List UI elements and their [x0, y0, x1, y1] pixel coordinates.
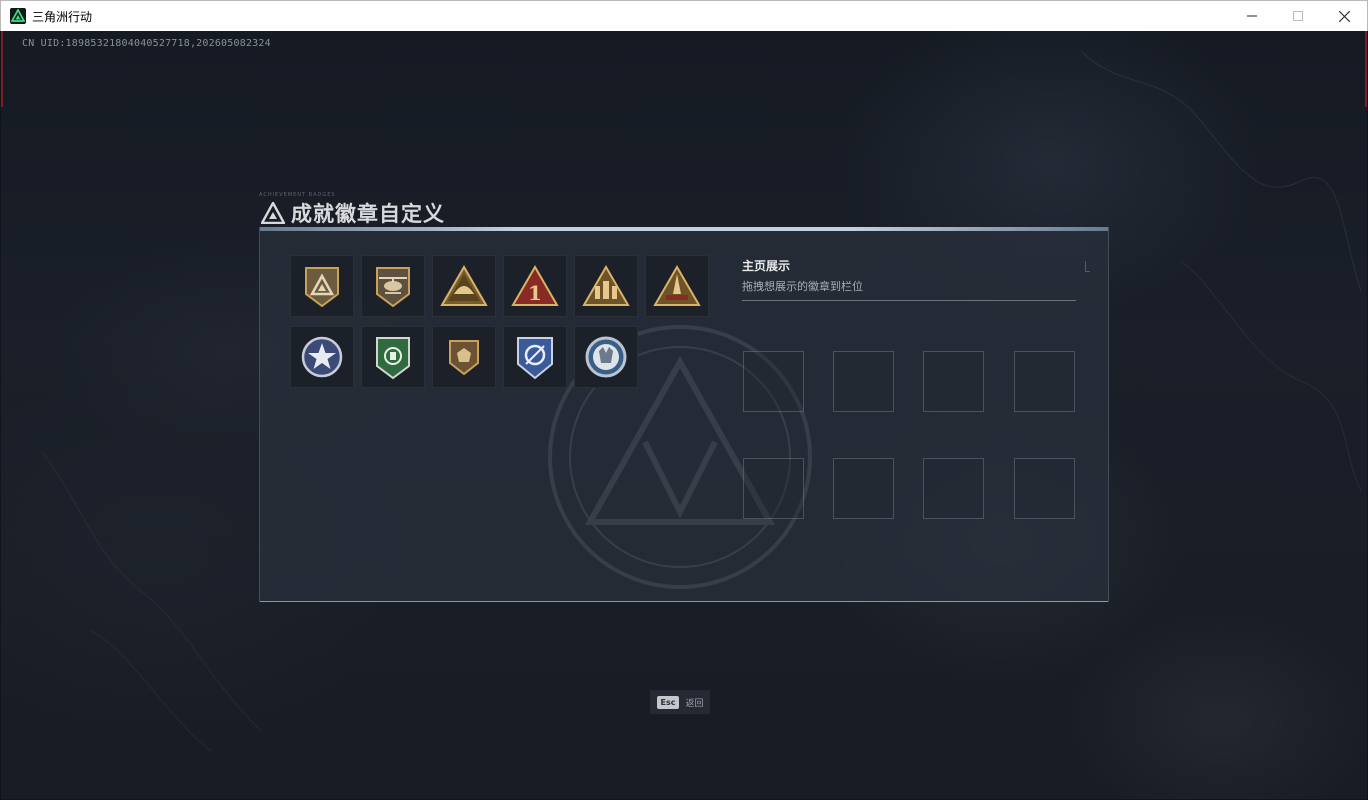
number-one-triangle-badge-icon: 1: [511, 265, 559, 306]
showcase-title: 主页展示: [742, 259, 791, 273]
user-uid: CN UID:1898532180404052771​8,20260508232…: [22, 38, 271, 49]
badge-item[interactable]: [290, 255, 354, 317]
panel-top-border: [260, 227, 1108, 231]
app-logo-icon: [10, 8, 26, 24]
corner-mark-icon: [1085, 261, 1090, 272]
panel-bottom-border: [260, 601, 1108, 602]
showcase-slot[interactable]: [923, 351, 984, 412]
badge-item[interactable]: [361, 326, 425, 388]
showcase-slot[interactable]: [833, 351, 894, 412]
back-button[interactable]: Esc 返回: [650, 690, 710, 714]
close-button[interactable]: [1321, 1, 1367, 31]
svg-text:1: 1: [528, 281, 542, 305]
badge-item[interactable]: [361, 255, 425, 317]
badge-item[interactable]: 1: [503, 255, 567, 317]
page-title-row: 成就徽章自定义: [261, 198, 445, 228]
showcase-hint: 拖拽想展示的徽章到栏位: [742, 280, 863, 293]
squad-triangle-badge-icon: [582, 265, 630, 306]
page-title: 成就徽章自定义: [291, 202, 445, 226]
showcase-slot[interactable]: [923, 458, 984, 519]
esc-key-hint: Esc: [656, 695, 680, 709]
star-circle-badge-icon: [301, 336, 343, 378]
showcase-divider: [742, 300, 1076, 301]
lion-shield-badge-icon: [449, 340, 479, 376]
badge-item[interactable]: [503, 326, 567, 388]
delta-triangle-badge-icon: [305, 267, 339, 308]
window-title: 三角洲行动: [32, 9, 93, 24]
game-viewport: CN UID:1898532180404052771​8,20260508232…: [1, 31, 1367, 799]
badge-item[interactable]: [432, 326, 496, 388]
maximize-button[interactable]: [1275, 1, 1321, 31]
wolf-circle-badge-icon: [585, 336, 627, 378]
dome-triangle-badge-icon: [440, 265, 488, 306]
badge-item[interactable]: [574, 255, 638, 317]
minimize-icon: [1247, 15, 1257, 17]
blue-shield-badge-icon: [517, 337, 553, 380]
green-shield-badge-icon: [376, 337, 410, 380]
maximize-icon: [1293, 11, 1303, 21]
minimize-button[interactable]: [1229, 1, 1275, 31]
showcase-slot[interactable]: [833, 458, 894, 519]
delta-logo-icon: [261, 202, 285, 224]
badge-item[interactable]: [574, 326, 638, 388]
close-icon: [1338, 10, 1350, 22]
badge-customization-panel: 1 主页展示 拖拽想展示的徽章到栏位: [259, 227, 1109, 602]
showcase-slot[interactable]: [1014, 351, 1075, 412]
helicopter-badge-icon: [376, 267, 410, 308]
showcase-slot[interactable]: [1014, 458, 1075, 519]
badge-item[interactable]: [290, 326, 354, 388]
showcase-slot[interactable]: [743, 458, 804, 519]
homepage-showcase-header: 主页展示 拖拽想展示的徽章到栏位: [742, 257, 1076, 301]
rocket-triangle-badge-icon: [653, 265, 701, 306]
badge-item[interactable]: [432, 255, 496, 317]
showcase-slot[interactable]: [743, 351, 804, 412]
back-label: 返回: [685, 698, 704, 709]
badge-item[interactable]: [645, 255, 709, 317]
window-titlebar: 三角洲行动: [0, 0, 1368, 31]
